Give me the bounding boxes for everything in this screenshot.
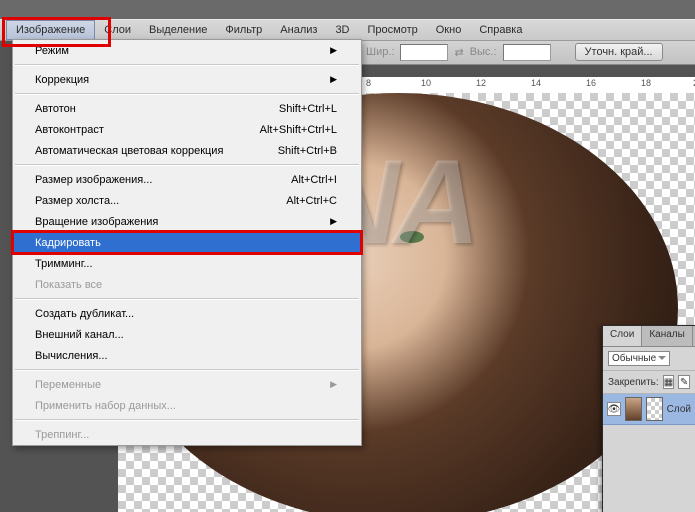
lock-transparent-icon[interactable]: ▦	[663, 375, 675, 389]
height-label: Выс.:	[470, 46, 497, 58]
layer-thumbnail[interactable]	[625, 397, 642, 421]
layers-tabs: Слои Каналы	[603, 326, 695, 347]
menu-window[interactable]: Окно	[427, 21, 471, 39]
visibility-eye-icon[interactable]: 👁	[607, 402, 621, 416]
mi-canvassize[interactable]: Размер холста...Alt+Ctrl+C	[13, 190, 361, 211]
menu-3d[interactable]: 3D	[326, 21, 358, 39]
mi-mode[interactable]: Режим▶	[13, 40, 361, 61]
chevron-down-icon	[658, 356, 666, 360]
lock-label: Закрепить:	[608, 377, 659, 388]
main-menubar: Изображение Слои Выделение Фильтр Анализ…	[0, 19, 695, 41]
submenu-arrow-icon: ▶	[330, 379, 337, 390]
mi-applyimage[interactable]: Внешний канал...	[13, 324, 361, 345]
menu-layers[interactable]: Слои	[95, 21, 140, 39]
menu-selection[interactable]: Выделение	[140, 21, 216, 39]
horizontal-ruler: 8 10 12 14 16 18 20	[360, 77, 695, 94]
height-field[interactable]	[503, 44, 551, 61]
options-bar: Шир.: ⇄ Выс.: Уточн. край...	[360, 40, 695, 65]
menu-filter[interactable]: Фильтр	[216, 21, 271, 39]
ruler-mark: 12	[476, 78, 486, 88]
mi-autotone[interactable]: АвтотонShift+Ctrl+L	[13, 98, 361, 119]
mi-autocolor[interactable]: Автоматическая цветовая коррекцияShift+C…	[13, 140, 361, 161]
tab-layers[interactable]: Слои	[603, 326, 642, 346]
separator	[15, 369, 359, 371]
ruler-mark: 8	[366, 78, 371, 88]
mi-autocontrast[interactable]: АвтоконтрастAlt+Shift+Ctrl+L	[13, 119, 361, 140]
width-field[interactable]	[400, 44, 448, 61]
separator	[15, 93, 359, 95]
menu-analysis[interactable]: Анализ	[271, 21, 326, 39]
layer-mask-thumbnail[interactable]	[646, 397, 663, 421]
mi-dataset: Применить набор данных...	[13, 395, 361, 416]
menu-image[interactable]: Изображение	[6, 20, 95, 40]
separator	[15, 298, 359, 300]
tab-strip	[0, 0, 695, 19]
mi-imagesize[interactable]: Размер изображения...Alt+Ctrl+I	[13, 169, 361, 190]
ruler-mark: 14	[531, 78, 541, 88]
submenu-arrow-icon: ▶	[330, 74, 337, 85]
layers-panel: Слои Каналы Обычные Закрепить: ▦ ✎ 👁 Сло…	[602, 325, 695, 512]
ruler-mark: 18	[641, 78, 651, 88]
mi-trap: Треппинг...	[13, 424, 361, 445]
menu-help[interactable]: Справка	[470, 21, 531, 39]
mi-correction[interactable]: Коррекция▶	[13, 69, 361, 90]
swap-icon[interactable]: ⇄	[454, 46, 463, 59]
lock-row: Закрепить: ▦ ✎	[603, 371, 695, 394]
mi-variables: Переменные▶	[13, 374, 361, 395]
submenu-arrow-icon: ▶	[330, 216, 337, 227]
separator	[15, 164, 359, 166]
ruler-mark: 16	[586, 78, 596, 88]
width-label: Шир.:	[366, 46, 394, 58]
separator	[15, 419, 359, 421]
lock-brush-icon[interactable]: ✎	[678, 375, 690, 389]
image-dropdown-menu: Режим▶ Коррекция▶ АвтотонShift+Ctrl+L Ав…	[12, 39, 362, 446]
mi-rotate[interactable]: Вращение изображения▶	[13, 211, 361, 232]
layer-name[interactable]: Слой	[667, 404, 691, 415]
mi-revealall: Показать все	[13, 274, 361, 295]
mi-trim[interactable]: Тримминг...	[13, 253, 361, 274]
tab-channels[interactable]: Каналы	[642, 326, 693, 346]
ruler-mark: 10	[421, 78, 431, 88]
blend-mode-select[interactable]: Обычные	[608, 351, 670, 366]
mi-calculations[interactable]: Вычисления...	[13, 345, 361, 366]
mi-duplicate[interactable]: Создать дубликат...	[13, 303, 361, 324]
submenu-arrow-icon: ▶	[330, 45, 337, 56]
mi-crop[interactable]: Кадрировать	[13, 232, 361, 253]
menu-view[interactable]: Просмотр	[359, 21, 427, 39]
refine-edge-button[interactable]: Уточн. край...	[575, 43, 663, 61]
layer-row[interactable]: 👁 Слой	[603, 394, 695, 425]
blend-row: Обычные	[603, 347, 695, 371]
separator	[15, 64, 359, 66]
